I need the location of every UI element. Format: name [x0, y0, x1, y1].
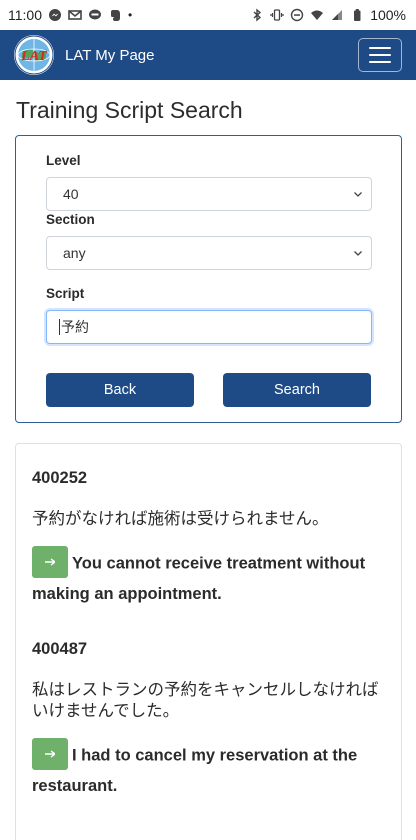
- result-english-sentence: I had to cancel my reservation at the re…: [32, 738, 384, 800]
- page-title: Training Script Search: [16, 97, 243, 123]
- brand-title[interactable]: LAT My Page: [65, 47, 155, 64]
- bluetooth-icon: [250, 8, 264, 22]
- brand[interactable]: LAT LAT My Page: [14, 35, 155, 75]
- section-select[interactable]: any: [46, 236, 372, 270]
- hamburger-menu-icon: [369, 47, 391, 49]
- level-select-value: 40: [63, 186, 79, 202]
- level-select[interactable]: 40: [46, 177, 372, 211]
- vibrate-icon: [270, 8, 284, 22]
- line-icon: [88, 8, 102, 22]
- text-caret: [59, 319, 60, 335]
- battery-icon: [350, 8, 364, 22]
- play-icon: [45, 750, 55, 758]
- notification-dot: •: [128, 8, 133, 22]
- status-time: 11:00: [8, 7, 42, 23]
- play-audio-button[interactable]: [32, 546, 68, 578]
- script-label: Script: [46, 286, 85, 301]
- script-input[interactable]: 予約: [46, 310, 372, 344]
- search-form-card: Level 40 Section any Script 予約 Back Sear…: [15, 135, 402, 423]
- svg-text:LAT: LAT: [20, 49, 48, 64]
- lat-logo[interactable]: LAT: [14, 35, 54, 75]
- result-id: 400252: [32, 469, 88, 487]
- gmail-icon: [68, 8, 82, 22]
- play-icon: [45, 558, 55, 566]
- status-bar: 11:00 • 100%: [0, 0, 416, 30]
- navbar: LAT LAT My Page: [0, 30, 416, 80]
- wifi-icon: [310, 8, 324, 22]
- battery-percent: 100%: [370, 7, 406, 23]
- status-bar-left: 11:00 •: [8, 7, 132, 23]
- result-english-text: I had to cancel my reservation at the re…: [32, 746, 358, 795]
- evernote-icon: [108, 8, 122, 22]
- do-not-disturb-icon: [290, 8, 304, 22]
- hamburger-line: [369, 61, 391, 63]
- result-japanese-sentence: 私はレストランの予約をキャンセルしなければいけませんでした。: [32, 680, 379, 720]
- script-input-value: 予約: [61, 320, 89, 336]
- section-select-value: any: [63, 245, 86, 261]
- messenger-icon: [48, 8, 62, 22]
- result-english-text: You cannot receive treatment without mak…: [32, 554, 366, 603]
- status-bar-right: 100%: [250, 7, 406, 23]
- chevron-down-icon: [354, 251, 362, 256]
- results-card: 400252 予約がなければ施術は受けられません。 You cannot rec…: [15, 443, 402, 840]
- signal-icon: [330, 8, 344, 22]
- hamburger-line: [369, 54, 391, 56]
- result-id: 400487: [32, 640, 88, 658]
- search-button[interactable]: Search: [223, 373, 371, 407]
- level-label: Level: [46, 153, 81, 168]
- section-label: Section: [46, 212, 95, 227]
- back-button[interactable]: Back: [46, 373, 194, 407]
- result-japanese-sentence: 予約がなければ施術は受けられません。: [32, 509, 329, 528]
- hamburger-menu-button[interactable]: [358, 38, 402, 72]
- play-audio-button[interactable]: [32, 738, 68, 770]
- result-english-sentence: You cannot receive treatment without mak…: [32, 546, 384, 608]
- chevron-down-icon: [354, 192, 362, 197]
